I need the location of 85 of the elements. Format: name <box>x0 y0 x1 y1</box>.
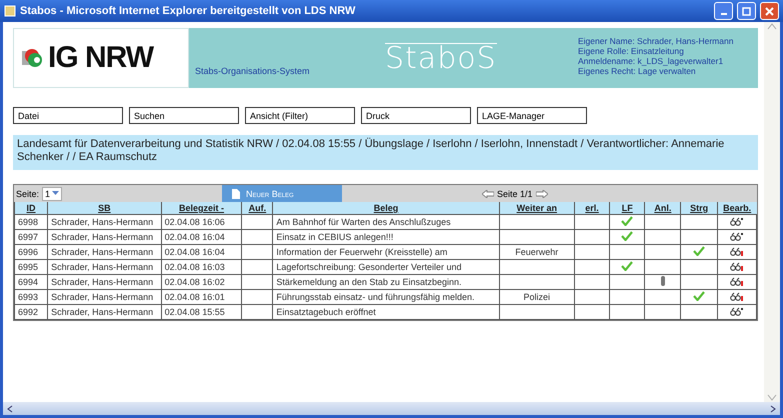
glasses-icon[interactable] <box>730 232 744 240</box>
minimize-button[interactable] <box>714 2 733 20</box>
table-cell: 02.04.08 16:06 <box>161 214 242 230</box>
table-cell: Schrader, Hans-Hermann <box>48 230 162 244</box>
glasses-icon[interactable] <box>730 292 744 300</box>
check-icon <box>621 231 634 241</box>
column-header[interactable]: Anl. <box>644 202 681 214</box>
horizontal-scrollbar[interactable] <box>3 402 780 415</box>
previous-page-icon[interactable] <box>482 190 494 198</box>
logo-icon <box>22 47 44 69</box>
table-cell: 02.04.08 15:55 <box>161 304 242 320</box>
column-header[interactable]: Bearb. <box>717 202 756 214</box>
scroll-right-icon[interactable] <box>770 404 776 412</box>
paperclip-icon[interactable] <box>660 276 666 286</box>
table-cell: Feuerwehr <box>499 244 574 260</box>
table-cell: Schrader, Hans-Hermann <box>48 290 162 304</box>
table-cell: 02.04.08 16:02 <box>161 274 242 290</box>
column-header[interactable]: LF <box>610 202 645 214</box>
column-header[interactable]: SB <box>48 202 162 214</box>
column-header[interactable]: Weiter an <box>499 202 574 214</box>
brand-logo: StaboS <box>385 43 497 74</box>
table-cell: 6997 <box>14 230 48 244</box>
table-cell: 6996 <box>14 244 48 260</box>
glasses-icon[interactable] <box>730 262 744 270</box>
scroll-left-icon[interactable] <box>7 404 13 412</box>
menu-button[interactable]: Datei <box>13 107 123 124</box>
table-cell: Information der Feuerwehr (Kreisstelle) am <box>272 244 500 260</box>
glasses-icon[interactable] <box>730 246 744 256</box>
subtitle: Stabs-Organisations-System <box>195 66 311 76</box>
window-title: Stabos - Microsoft Internet Explorer bereitgestellt von LDS NRW <box>20 5 356 17</box>
next-page-icon[interactable] <box>536 190 548 198</box>
browser-icon <box>4 5 16 17</box>
close-icon[interactable] <box>765 6 774 16</box>
table-cell: Stärkemeldung an den Stab zu Einsatzbeginn. <box>272 274 500 290</box>
table-cell: Einsatztagebuch eröffnet <box>272 304 500 320</box>
table-cell: 02.04.08 16:04 <box>161 230 242 244</box>
column-header[interactable]: Strg <box>680 202 718 214</box>
glasses-icon[interactable] <box>730 216 744 226</box>
scroll-up-icon[interactable] <box>767 22 777 30</box>
user-info-line: Anmeldename: k_LDS_lageverwalter1 <box>578 56 724 66</box>
maximize-button[interactable] <box>737 2 756 20</box>
table-cell: Polizei <box>499 290 574 304</box>
glasses-icon[interactable] <box>730 276 744 286</box>
check-icon <box>621 216 634 226</box>
table-cell: Schrader, Hans-Hermann <box>48 214 162 230</box>
user-info-line: Eigene Rolle: Einsatzleitung <box>578 46 685 56</box>
table-cell: 6995 <box>14 260 48 274</box>
check-icon <box>693 291 706 301</box>
logo-text: IG NRW <box>48 41 154 75</box>
menu-button[interactable]: Suchen <box>129 107 239 124</box>
user-info-line: Eigenes Recht: Lage verwalten <box>578 66 697 76</box>
table-cell: Am Bahnhof für Warten des Anschlußzuges <box>272 214 500 230</box>
dropdown-caret-icon[interactable] <box>52 191 60 196</box>
page-select[interactable]: 1 <box>42 186 62 200</box>
column-header[interactable]: Belegzeit - <box>161 202 242 214</box>
table-cell: 02.04.08 16:04 <box>161 244 242 260</box>
page-label: Seite: <box>16 188 40 198</box>
column-header[interactable]: Auf. <box>242 202 273 214</box>
table-cell: Schrader, Hans-Hermann <box>48 260 162 274</box>
close-button[interactable] <box>760 2 779 20</box>
maximize-icon[interactable] <box>742 6 751 16</box>
check-icon <box>693 246 706 256</box>
table-cell: 02.04.08 16:01 <box>161 290 242 304</box>
table-cell: 6998 <box>14 214 48 230</box>
user-info-line: Eigener Name: Schrader, Hans-Hermann <box>578 36 734 46</box>
table-cell: 6994 <box>14 274 48 290</box>
table-cell: 6993 <box>14 290 48 304</box>
check-icon <box>621 261 634 271</box>
table-cell: Einsatz in CEBIUS anlegen!!! <box>272 230 500 244</box>
table-cell: 6992 <box>14 304 48 320</box>
document-icon[interactable] <box>232 188 240 198</box>
table-cell: Schrader, Hans-Hermann <box>48 304 162 320</box>
page-indicator: Seite 1/1 <box>497 188 533 198</box>
table-cell: Führungsstab einsatz- und führungsfähig melden. <box>272 290 500 304</box>
menu-button[interactable]: LAGE-Manager <box>477 107 587 124</box>
menu-button[interactable]: Druck <box>361 107 471 124</box>
table-cell: 02.04.08 16:03 <box>161 260 242 274</box>
menu-button[interactable]: Ansicht (Filter) <box>245 107 355 124</box>
table-cell: Schrader, Hans-Hermann <box>48 244 162 260</box>
column-header[interactable]: Beleg <box>272 202 500 214</box>
column-header[interactable]: ID <box>14 202 48 214</box>
table-cell: Lagefortschreibung: Gesonderter Verteiler und <box>272 260 500 274</box>
table-cell: Schrader, Hans-Hermann <box>48 274 162 290</box>
glasses-icon[interactable] <box>730 306 744 316</box>
situation-info: Landesamt für Datenverarbeitung und Statistik NRW / 02.04.08 15:55 / Übungslage / Iserlohn / Iserlohn, Innenstadt / Verantwortlicher: Annemarie Schenker / / EA Raumschutz <box>13 135 758 170</box>
